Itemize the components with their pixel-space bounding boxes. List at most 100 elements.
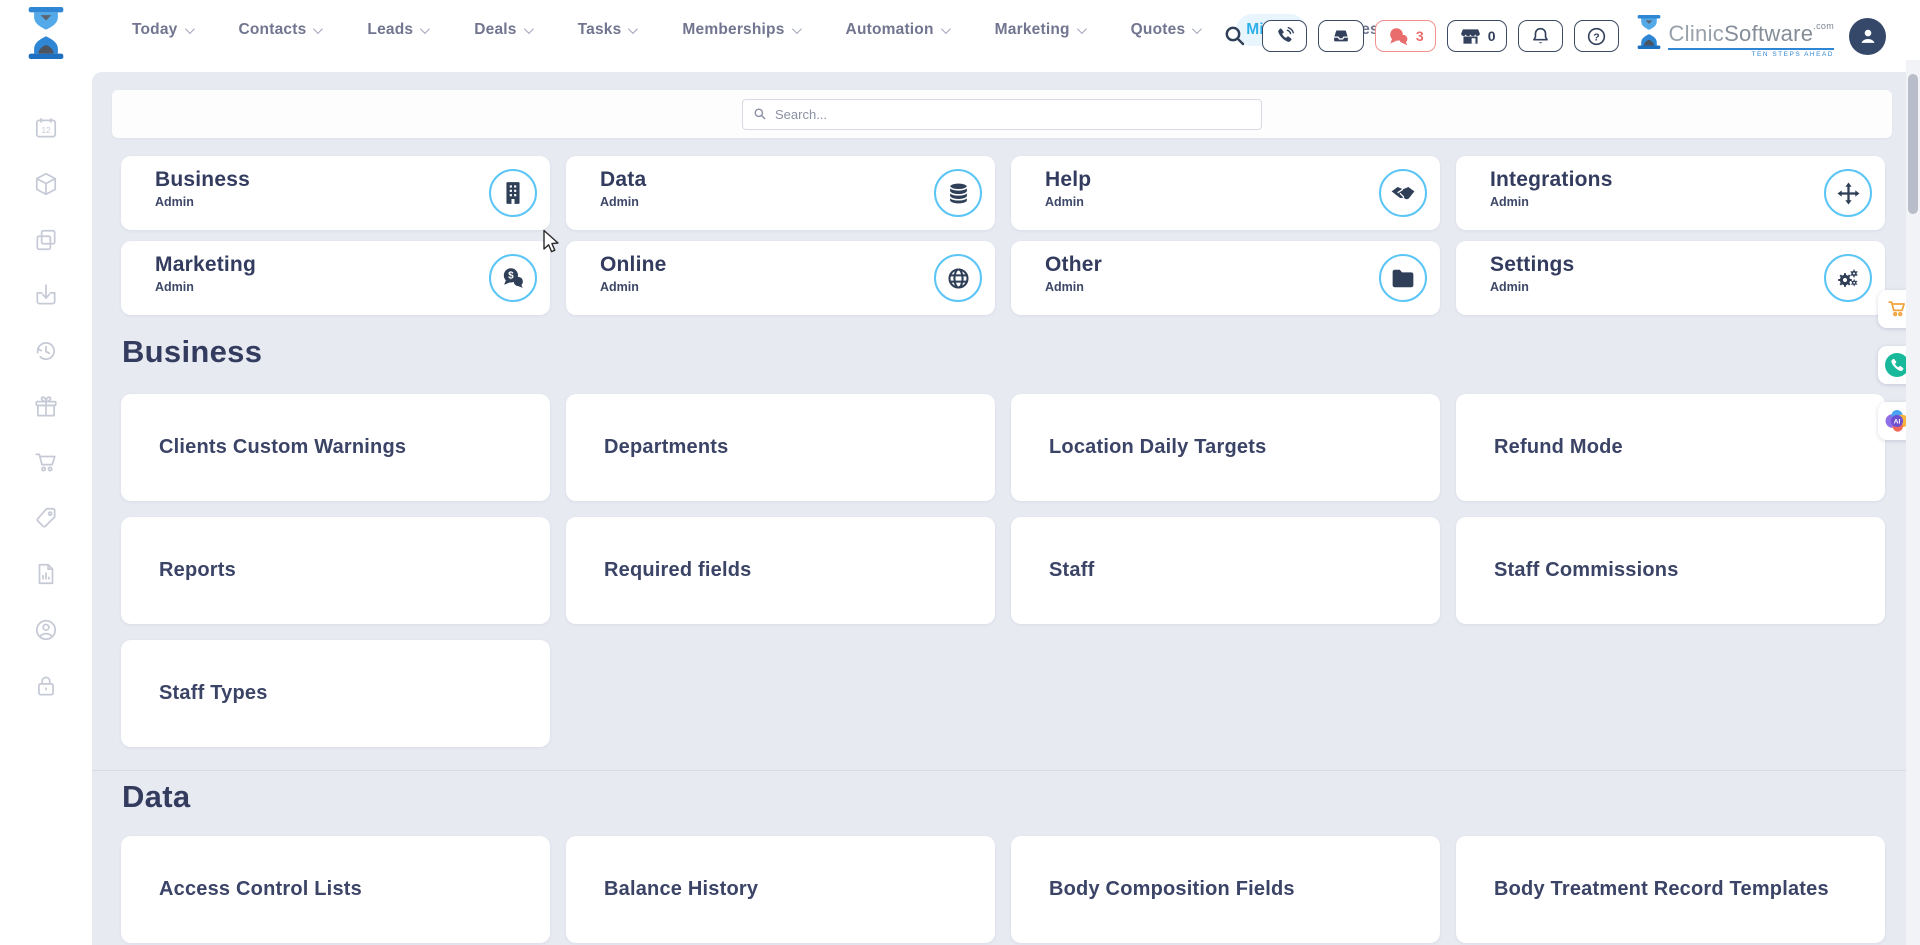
item-card-departments[interactable]: Departments	[566, 394, 995, 501]
search-panel	[112, 90, 1892, 138]
inbox-button[interactable]	[1318, 20, 1364, 52]
app-logo-icon[interactable]	[26, 7, 66, 59]
top-right-toolbar: 3 0 ?	[1223, 0, 1886, 72]
svg-text:$: $	[508, 271, 514, 282]
store-button[interactable]: 0	[1447, 20, 1508, 52]
section-title-data: Data	[122, 779, 190, 815]
category-card-marketing[interactable]: Marketing Admin $	[121, 241, 550, 315]
calendar-import-icon[interactable]	[33, 282, 59, 308]
report-icon[interactable]	[33, 561, 59, 587]
section-title-business: Business	[122, 334, 262, 370]
notifications-button[interactable]	[1518, 20, 1563, 52]
item-card-refund-mode[interactable]: Refund Mode	[1456, 394, 1885, 501]
chevron-down-icon	[1192, 24, 1202, 34]
category-card-other[interactable]: Other Admin	[1011, 241, 1440, 315]
inbox-icon	[1330, 25, 1352, 47]
category-card-data[interactable]: Data Admin	[566, 156, 995, 230]
chevron-down-icon	[524, 24, 534, 34]
search-icon[interactable]	[1223, 24, 1247, 48]
chevron-down-icon	[184, 24, 194, 34]
chevron-down-icon	[792, 24, 802, 34]
gears-icon	[1824, 254, 1872, 302]
category-card-settings[interactable]: Settings Admin	[1456, 241, 1885, 315]
nav-tasks[interactable]: Tasks	[568, 14, 646, 46]
svg-text:?: ?	[1594, 31, 1600, 43]
scrollbar-thumb[interactable]	[1908, 74, 1918, 214]
clinicsoftware-hourglass-icon	[1636, 15, 1662, 49]
nav-automation[interactable]: Automation	[836, 14, 958, 46]
cart-icon[interactable]	[33, 450, 59, 476]
nav-memberships[interactable]: Memberships	[672, 14, 808, 46]
item-card-clients-custom-warnings[interactable]: Clients Custom Warnings	[121, 394, 550, 501]
arrows-move-icon	[1824, 169, 1872, 217]
comments-dollar-icon: $	[489, 254, 537, 302]
store-count-badge: 0	[1488, 28, 1496, 44]
price-tag-icon[interactable]	[33, 505, 59, 531]
building-icon	[489, 169, 537, 217]
package-icon[interactable]	[33, 171, 59, 197]
chevron-down-icon	[313, 24, 323, 34]
category-card-integrations[interactable]: Integrations Admin	[1456, 156, 1885, 230]
section-divider	[92, 770, 1906, 771]
gift-icon[interactable]	[33, 394, 59, 420]
category-card-online[interactable]: Online Admin	[566, 241, 995, 315]
nav-deals[interactable]: Deals	[464, 14, 540, 46]
user-circle-icon[interactable]	[33, 617, 59, 643]
nav-quotes[interactable]: Quotes	[1121, 14, 1210, 46]
chevron-down-icon	[941, 24, 951, 34]
top-bar: Today Contacts Leads Deals Tasks Members…	[0, 0, 1920, 72]
search-input[interactable]	[775, 107, 1251, 122]
database-icon	[934, 169, 982, 217]
clinicsoftware-wordmark: ClinicSoftware.com TEN STEPS AHEAD	[1636, 15, 1834, 58]
nav-contacts[interactable]: Contacts	[229, 14, 331, 46]
sidebar: 12	[0, 72, 92, 945]
chat-bubbles-icon	[1387, 26, 1410, 47]
item-card-balance-history[interactable]: Balance History	[566, 836, 995, 943]
user-avatar[interactable]	[1849, 18, 1886, 55]
item-card-staff[interactable]: Staff	[1011, 517, 1440, 624]
item-card-location-daily-targets[interactable]: Location Daily Targets	[1011, 394, 1440, 501]
help-icon: ?	[1586, 26, 1607, 47]
item-card-required-fields[interactable]: Required fields	[566, 517, 995, 624]
folder-icon	[1379, 254, 1427, 302]
chevron-down-icon	[420, 24, 430, 34]
chat-count-badge: 3	[1416, 28, 1424, 44]
item-card-reports[interactable]: Reports	[121, 517, 550, 624]
chat-button[interactable]: 3	[1375, 20, 1436, 52]
category-grid: Business Admin Data Admin	[121, 156, 1885, 315]
help-button[interactable]: ?	[1574, 20, 1619, 52]
svg-text:AI: AI	[1894, 418, 1901, 425]
item-card-staff-types[interactable]: Staff Types	[121, 640, 550, 747]
item-card-body-treatment-record-templates[interactable]: Body Treatment Record Templates	[1456, 836, 1885, 943]
globe-icon	[934, 254, 982, 302]
nav-leads[interactable]: Leads	[357, 14, 437, 46]
category-card-business[interactable]: Business Admin	[121, 156, 550, 230]
nav-marketing[interactable]: Marketing	[985, 14, 1094, 46]
store-icon	[1459, 26, 1482, 47]
bell-icon	[1530, 25, 1551, 47]
content-area: Business Admin Data Admin	[92, 72, 1906, 945]
item-card-access-control-lists[interactable]: Access Control Lists	[121, 836, 550, 943]
data-items-grid: Access Control Lists Balance History Bod…	[121, 836, 1885, 943]
history-icon[interactable]	[33, 338, 59, 364]
chevron-down-icon	[628, 24, 638, 34]
lock-icon[interactable]	[33, 673, 59, 699]
cart-icon	[1886, 298, 1908, 320]
category-card-help[interactable]: Help Admin	[1011, 156, 1440, 230]
handshake-icon	[1379, 169, 1427, 217]
search-box[interactable]	[742, 99, 1262, 130]
nav-today[interactable]: Today	[122, 14, 202, 46]
main-nav: Today Contacts Leads Deals Tasks Members…	[122, 0, 1389, 60]
search-icon	[753, 107, 767, 121]
phone-icon	[1274, 26, 1295, 47]
item-card-body-composition-fields[interactable]: Body Composition Fields	[1011, 836, 1440, 943]
item-card-staff-commissions[interactable]: Staff Commissions	[1456, 517, 1885, 624]
vertical-scrollbar[interactable]	[1906, 60, 1920, 945]
business-items-grid: Clients Custom Warnings Departments Loca…	[121, 394, 1885, 747]
brand-tagline: TEN STEPS AHEAD	[1668, 48, 1834, 58]
copy-icon[interactable]	[33, 227, 59, 253]
svg-text:12: 12	[41, 126, 51, 135]
calendar-12-icon[interactable]: 12	[33, 115, 59, 141]
phone-button[interactable]	[1262, 20, 1307, 52]
chevron-down-icon	[1077, 24, 1087, 34]
